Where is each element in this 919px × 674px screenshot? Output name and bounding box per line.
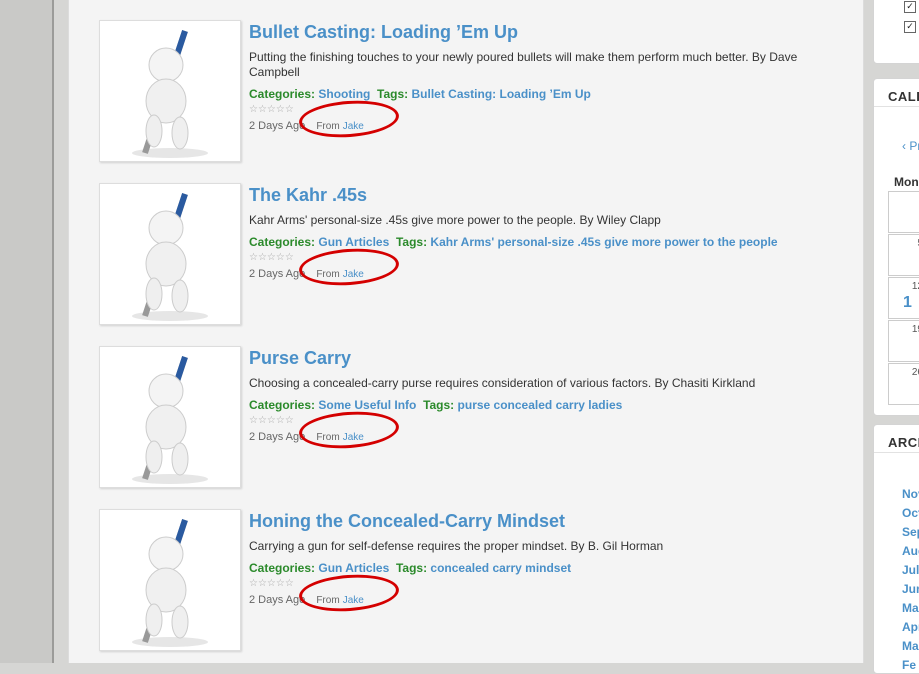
archive-month-link[interactable]: Oct bbox=[902, 506, 919, 520]
post-dateline: 2 Days Ago From Jake bbox=[249, 571, 849, 615]
tag-link[interactable]: purse concealed carry ladies bbox=[458, 398, 623, 412]
archive-month-link[interactable]: Ma bbox=[902, 639, 919, 653]
post-excerpt: Carrying a gun for self-defense requires… bbox=[249, 539, 664, 553]
page-left-border bbox=[52, 0, 54, 663]
archive-month-link[interactable]: Aug bbox=[902, 544, 919, 558]
tag-link[interactable]: Kahr Arms' personal-size .45s give more … bbox=[430, 235, 777, 249]
author-link[interactable]: Jake bbox=[343, 269, 364, 280]
post-meta: Categories: Gun Articles Tags: concealed… bbox=[249, 560, 849, 576]
archives-heading: ARCH bbox=[874, 425, 919, 453]
post-excerpt: Choosing a concealed-carry purse require… bbox=[249, 376, 756, 390]
right-sidebar: ✓ ✓ CALE ‹ Pr Mon 5 12 1 19 26 ARCH Nov … bbox=[873, 0, 919, 674]
archive-month-link[interactable]: Apr bbox=[902, 620, 919, 634]
archive-month-link[interactable]: Ma bbox=[902, 601, 919, 615]
calendar-widget: CALE ‹ Pr Mon 5 12 1 19 26 bbox=[873, 78, 919, 416]
page-left-background bbox=[0, 0, 52, 663]
star-rating[interactable]: ☆☆☆☆☆ bbox=[249, 415, 849, 427]
calendar-day-cell: 5 bbox=[888, 234, 919, 276]
post-thumbnail-figure-pencil-image[interactable] bbox=[99, 183, 241, 325]
tags-label: Tags: bbox=[377, 87, 409, 101]
archives-widget: ARCH Nov Oct Sep Aug Jul Jun Ma Apr Ma F… bbox=[873, 424, 919, 674]
category-link[interactable]: Shooting bbox=[318, 87, 370, 101]
post-meta: Categories: Shooting Tags: Bullet Castin… bbox=[249, 86, 849, 102]
calendar-day-cell: 26 bbox=[888, 363, 919, 405]
post-thumbnail-figure-pencil-image[interactable] bbox=[99, 346, 241, 488]
post-title-link[interactable]: Bullet Casting: Loading ’Em Up bbox=[249, 20, 849, 44]
calendar-day-cell: 19 bbox=[888, 320, 919, 362]
post-thumbnail-figure-pencil-image[interactable] bbox=[99, 509, 241, 651]
checkbox-checked[interactable]: ✓ bbox=[904, 21, 916, 33]
calendar-day-number: 26 bbox=[911, 367, 919, 378]
from-label: From bbox=[316, 432, 340, 443]
archive-month-link[interactable]: Jul bbox=[902, 563, 919, 577]
sidebar-checkbox-widget: ✓ ✓ bbox=[873, 0, 919, 64]
tags-label: Tags: bbox=[395, 561, 428, 575]
author-link[interactable]: Jake bbox=[343, 121, 364, 132]
category-link[interactable]: Gun Articles bbox=[318, 235, 389, 249]
post-excerpt: Putting the finishing touches to your ne… bbox=[249, 50, 798, 79]
categories-label: Categories: bbox=[249, 235, 316, 249]
from-label: From bbox=[316, 121, 340, 132]
author-link[interactable]: Jake bbox=[343, 432, 364, 443]
post-dateline: 2 Days Ago From Jake bbox=[249, 408, 849, 452]
post-title-link[interactable]: Purse Carry bbox=[249, 346, 849, 370]
post-meta: Categories: Some Useful Info Tags: purse… bbox=[249, 397, 849, 413]
calendar-day-number: 12 bbox=[911, 281, 919, 292]
post-meta: Categories: Gun Articles Tags: Kahr Arms… bbox=[249, 234, 849, 250]
calendar-prev-link[interactable]: ‹ Pr bbox=[902, 139, 919, 153]
post-date: 2 Days Ago bbox=[249, 431, 306, 443]
category-link[interactable]: Gun Articles bbox=[318, 561, 389, 575]
categories-label: Categories: bbox=[249, 561, 316, 575]
checkbox-checked[interactable]: ✓ bbox=[904, 1, 916, 13]
post-dateline: 2 Days Ago From Jake bbox=[249, 245, 849, 289]
tags-label: Tags: bbox=[395, 235, 428, 249]
posts-column: Bullet Casting: Loading ’Em Up Putting t… bbox=[68, 0, 864, 663]
post-title-link[interactable]: Honing the Concealed-Carry Mindset bbox=[249, 509, 849, 533]
post-title-link[interactable]: The Kahr .45s bbox=[249, 183, 849, 207]
from-label: From bbox=[316, 269, 340, 280]
archive-month-link[interactable]: Sep bbox=[902, 525, 919, 539]
star-rating[interactable]: ☆☆☆☆☆ bbox=[249, 252, 849, 264]
tags-label: Tags: bbox=[423, 398, 455, 412]
star-rating[interactable]: ☆☆☆☆☆ bbox=[249, 104, 849, 116]
calendar-heading: CALE bbox=[874, 79, 919, 107]
post-date: 2 Days Ago bbox=[249, 268, 306, 280]
calendar-highlight-number[interactable]: 1 bbox=[903, 294, 912, 312]
archive-month-link[interactable]: Nov bbox=[902, 487, 919, 501]
from-label: From bbox=[316, 595, 340, 606]
category-link[interactable]: Some Useful Info bbox=[318, 398, 416, 412]
post-excerpt: Kahr Arms' personal-size .45s give more … bbox=[249, 213, 661, 227]
calendar-day-cell[interactable]: 12 1 bbox=[888, 277, 919, 319]
categories-label: Categories: bbox=[249, 87, 316, 101]
archive-month-link[interactable]: Fe bbox=[902, 658, 916, 672]
post-date: 2 Days Ago bbox=[249, 594, 306, 606]
post-dateline: 2 Days Ago From Jake bbox=[249, 97, 849, 141]
tag-link[interactable]: concealed carry mindset bbox=[430, 561, 571, 575]
tag-link[interactable]: Bullet Casting: Loading ’Em Up bbox=[412, 87, 591, 101]
categories-label: Categories: bbox=[249, 398, 316, 412]
post-thumbnail-figure-pencil-image[interactable] bbox=[99, 20, 241, 162]
archive-month-link[interactable]: Jun bbox=[902, 582, 919, 596]
calendar-day-header: Mon bbox=[894, 175, 919, 189]
calendar-day-number: 19 bbox=[911, 324, 919, 335]
post-date: 2 Days Ago bbox=[249, 120, 306, 132]
calendar-day-cell bbox=[888, 191, 919, 233]
author-link[interactable]: Jake bbox=[343, 595, 364, 606]
star-rating[interactable]: ☆☆☆☆☆ bbox=[249, 578, 849, 590]
